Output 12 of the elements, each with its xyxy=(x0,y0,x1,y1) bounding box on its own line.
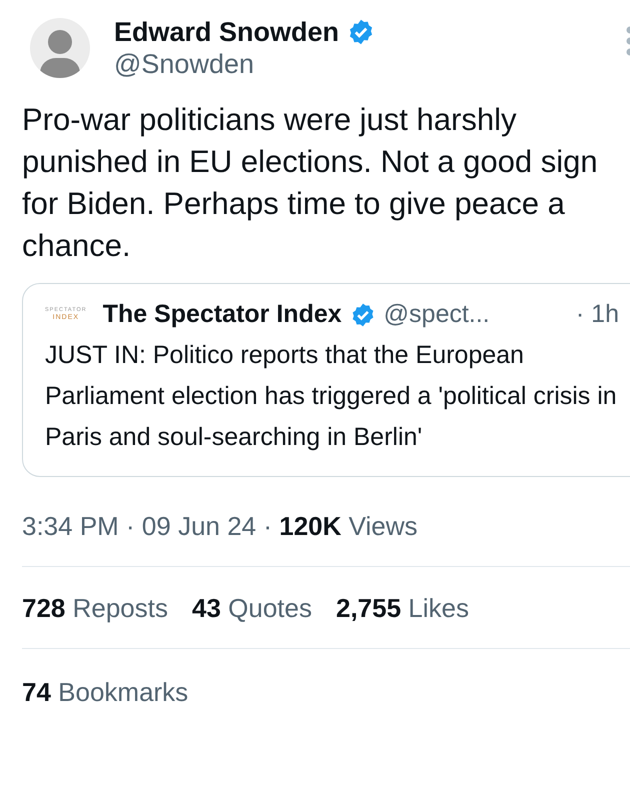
quoted-author-name: The Spectator Index xyxy=(102,298,342,330)
tweet-text: Pro-war politicians were just harshly punished in EU elections. Not a good sign for Biden. Perhaps time to give peace a chance. xyxy=(22,100,599,265)
stat-count: 2,755 Likes xyxy=(336,592,469,626)
stat-count: 43 Quotes xyxy=(192,592,312,626)
author-handle: @Snowden xyxy=(114,48,255,81)
quoted-tweet-text: JUST IN: Politico reports that the European Parliament election has triggered a 'political crisis in Paris and soul-searching in Berlin' xyxy=(45,340,618,454)
quoted-author-handle: @spect... xyxy=(384,298,490,330)
bookmarks-count: 74 Bookmarks xyxy=(22,677,188,708)
stat-count: 728 Reposts xyxy=(22,592,168,626)
quoted-time: · 1h xyxy=(576,298,619,330)
author-name: Edward Snowden xyxy=(114,16,340,48)
timestamp-views: 3:34 PM · 09 Jun 24 · 120K Views xyxy=(22,511,418,542)
